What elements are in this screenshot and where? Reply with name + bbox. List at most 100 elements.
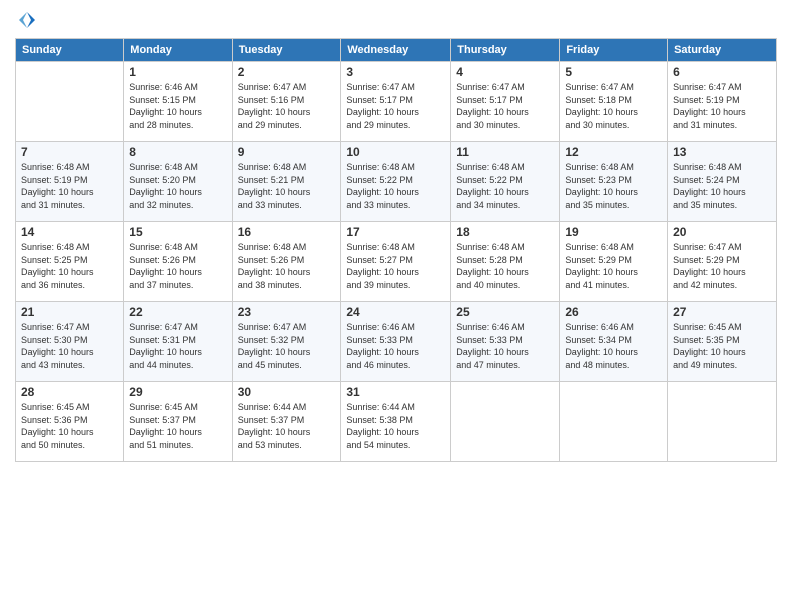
calendar-day-header: Saturday <box>668 39 777 62</box>
day-info: Sunrise: 6:48 AM Sunset: 5:23 PM Dayligh… <box>565 161 662 211</box>
day-number: 10 <box>346 145 445 159</box>
day-info: Sunrise: 6:47 AM Sunset: 5:31 PM Dayligh… <box>129 321 226 371</box>
calendar-week-row: 1 Sunrise: 6:46 AM Sunset: 5:15 PM Daylig… <box>16 62 777 142</box>
day-info: Sunrise: 6:48 AM Sunset: 5:24 PM Dayligh… <box>673 161 771 211</box>
calendar-cell: 7 Sunrise: 6:48 AM Sunset: 5:19 PM Daylig… <box>16 142 124 222</box>
day-info: Sunrise: 6:47 AM Sunset: 5:17 PM Dayligh… <box>456 81 554 131</box>
day-number: 28 <box>21 385 118 399</box>
calendar-cell: 5Sunrise: 6:47 AM Sunset: 5:18 PM Daylig… <box>560 62 668 142</box>
day-number: 25 <box>456 305 554 319</box>
calendar-day-header: Sunday <box>16 39 124 62</box>
day-number: 19 <box>565 225 662 239</box>
day-info: Sunrise: 6:47 AM Sunset: 5:32 PM Dayligh… <box>238 321 336 371</box>
day-number: 31 <box>346 385 445 399</box>
day-number: 24 <box>346 305 445 319</box>
calendar-table: SundayMondayTuesdayWednesdayThursdayFrid… <box>15 38 777 462</box>
calendar-cell: 9 Sunrise: 6:48 AM Sunset: 5:21 PM Daylig… <box>232 142 341 222</box>
calendar-cell: 8 Sunrise: 6:48 AM Sunset: 5:20 PM Daylig… <box>124 142 232 222</box>
calendar-cell <box>451 382 560 462</box>
calendar-cell: 18 Sunrise: 6:48 AM Sunset: 5:28 PM Dayli… <box>451 222 560 302</box>
calendar-cell: 28 Sunrise: 6:45 AM Sunset: 5:36 PM Dayli… <box>16 382 124 462</box>
calendar-cell: 3 Sunrise: 6:47 AM Sunset: 5:17 PM Daylig… <box>341 62 451 142</box>
day-info: Sunrise: 6:48 AM Sunset: 5:26 PM Dayligh… <box>129 241 226 291</box>
calendar-cell <box>16 62 124 142</box>
day-info: Sunrise: 6:44 AM Sunset: 5:38 PM Dayligh… <box>346 401 445 451</box>
day-number: 14 <box>21 225 118 239</box>
day-info: Sunrise: 6:47 AM Sunset: 5:30 PM Dayligh… <box>21 321 118 371</box>
day-info: Sunrise: 6:45 AM Sunset: 5:37 PM Dayligh… <box>129 401 226 451</box>
day-number: 1 <box>129 65 226 79</box>
day-info: Sunrise: 6:48 AM Sunset: 5:22 PM Dayligh… <box>346 161 445 211</box>
calendar-cell: 11 Sunrise: 6:48 AM Sunset: 5:22 PM Dayli… <box>451 142 560 222</box>
day-info: Sunrise: 6:47 AM Sunset: 5:19 PM Dayligh… <box>673 81 771 131</box>
calendar-cell: 22Sunrise: 6:47 AM Sunset: 5:31 PM Dayli… <box>124 302 232 382</box>
day-info: Sunrise: 6:48 AM Sunset: 5:29 PM Dayligh… <box>565 241 662 291</box>
calendar-cell: 17 Sunrise: 6:48 AM Sunset: 5:27 PM Dayli… <box>341 222 451 302</box>
calendar-cell: 25Sunrise: 6:46 AM Sunset: 5:33 PM Dayli… <box>451 302 560 382</box>
day-info: Sunrise: 6:47 AM Sunset: 5:16 PM Dayligh… <box>238 81 336 131</box>
day-number: 9 <box>238 145 336 159</box>
day-info: Sunrise: 6:45 AM Sunset: 5:36 PM Dayligh… <box>21 401 118 451</box>
day-number: 18 <box>456 225 554 239</box>
day-number: 20 <box>673 225 771 239</box>
calendar-cell: 20Sunrise: 6:47 AM Sunset: 5:29 PM Dayli… <box>668 222 777 302</box>
calendar-cell: 16Sunrise: 6:48 AM Sunset: 5:26 PM Dayli… <box>232 222 341 302</box>
calendar-cell: 21 Sunrise: 6:47 AM Sunset: 5:30 PM Dayli… <box>16 302 124 382</box>
day-number: 29 <box>129 385 226 399</box>
calendar-cell <box>668 382 777 462</box>
calendar-week-row: 21 Sunrise: 6:47 AM Sunset: 5:30 PM Dayli… <box>16 302 777 382</box>
calendar-cell: 23 Sunrise: 6:47 AM Sunset: 5:32 PM Dayli… <box>232 302 341 382</box>
day-info: Sunrise: 6:48 AM Sunset: 5:20 PM Dayligh… <box>129 161 226 211</box>
logo-icon <box>17 10 37 30</box>
calendar-cell: 27Sunrise: 6:45 AM Sunset: 5:35 PM Dayli… <box>668 302 777 382</box>
day-info: Sunrise: 6:48 AM Sunset: 5:21 PM Dayligh… <box>238 161 336 211</box>
calendar-cell: 2 Sunrise: 6:47 AM Sunset: 5:16 PM Daylig… <box>232 62 341 142</box>
calendar-cell: 1 Sunrise: 6:46 AM Sunset: 5:15 PM Daylig… <box>124 62 232 142</box>
calendar-cell: 12 Sunrise: 6:48 AM Sunset: 5:23 PM Dayli… <box>560 142 668 222</box>
day-number: 13 <box>673 145 771 159</box>
day-number: 26 <box>565 305 662 319</box>
header <box>15 10 777 30</box>
calendar-cell <box>560 382 668 462</box>
day-number: 11 <box>456 145 554 159</box>
day-info: Sunrise: 6:48 AM Sunset: 5:22 PM Dayligh… <box>456 161 554 211</box>
day-info: Sunrise: 6:46 AM Sunset: 5:33 PM Dayligh… <box>346 321 445 371</box>
day-number: 16 <box>238 225 336 239</box>
calendar-day-header: Thursday <box>451 39 560 62</box>
day-number: 17 <box>346 225 445 239</box>
day-number: 2 <box>238 65 336 79</box>
day-info: Sunrise: 6:44 AM Sunset: 5:37 PM Dayligh… <box>238 401 336 451</box>
logo <box>15 10 37 30</box>
calendar-cell: 4 Sunrise: 6:47 AM Sunset: 5:17 PM Daylig… <box>451 62 560 142</box>
day-number: 30 <box>238 385 336 399</box>
calendar-day-header: Monday <box>124 39 232 62</box>
day-number: 4 <box>456 65 554 79</box>
calendar-cell: 19 Sunrise: 6:48 AM Sunset: 5:29 PM Dayli… <box>560 222 668 302</box>
day-number: 12 <box>565 145 662 159</box>
calendar-day-header: Friday <box>560 39 668 62</box>
day-info: Sunrise: 6:46 AM Sunset: 5:15 PM Dayligh… <box>129 81 226 131</box>
calendar-week-row: 28 Sunrise: 6:45 AM Sunset: 5:36 PM Dayli… <box>16 382 777 462</box>
day-number: 21 <box>21 305 118 319</box>
day-info: Sunrise: 6:48 AM Sunset: 5:27 PM Dayligh… <box>346 241 445 291</box>
calendar-day-header: Tuesday <box>232 39 341 62</box>
day-info: Sunrise: 6:46 AM Sunset: 5:34 PM Dayligh… <box>565 321 662 371</box>
day-number: 7 <box>21 145 118 159</box>
calendar-cell: 31 Sunrise: 6:44 AM Sunset: 5:38 PM Dayli… <box>341 382 451 462</box>
calendar-cell: 10 Sunrise: 6:48 AM Sunset: 5:22 PM Dayli… <box>341 142 451 222</box>
calendar-cell: 14Sunrise: 6:48 AM Sunset: 5:25 PM Dayli… <box>16 222 124 302</box>
day-number: 8 <box>129 145 226 159</box>
day-info: Sunrise: 6:47 AM Sunset: 5:17 PM Dayligh… <box>346 81 445 131</box>
day-info: Sunrise: 6:47 AM Sunset: 5:18 PM Dayligh… <box>565 81 662 131</box>
calendar-cell: 15Sunrise: 6:48 AM Sunset: 5:26 PM Dayli… <box>124 222 232 302</box>
calendar-day-header: Wednesday <box>341 39 451 62</box>
calendar-header-row: SundayMondayTuesdayWednesdayThursdayFrid… <box>16 39 777 62</box>
calendar-cell: 24 Sunrise: 6:46 AM Sunset: 5:33 PM Dayli… <box>341 302 451 382</box>
page: SundayMondayTuesdayWednesdayThursdayFrid… <box>0 0 792 612</box>
day-info: Sunrise: 6:48 AM Sunset: 5:19 PM Dayligh… <box>21 161 118 211</box>
calendar-cell: 30 Sunrise: 6:44 AM Sunset: 5:37 PM Dayli… <box>232 382 341 462</box>
day-info: Sunrise: 6:48 AM Sunset: 5:28 PM Dayligh… <box>456 241 554 291</box>
day-number: 3 <box>346 65 445 79</box>
day-number: 23 <box>238 305 336 319</box>
calendar-cell: 13 Sunrise: 6:48 AM Sunset: 5:24 PM Dayli… <box>668 142 777 222</box>
